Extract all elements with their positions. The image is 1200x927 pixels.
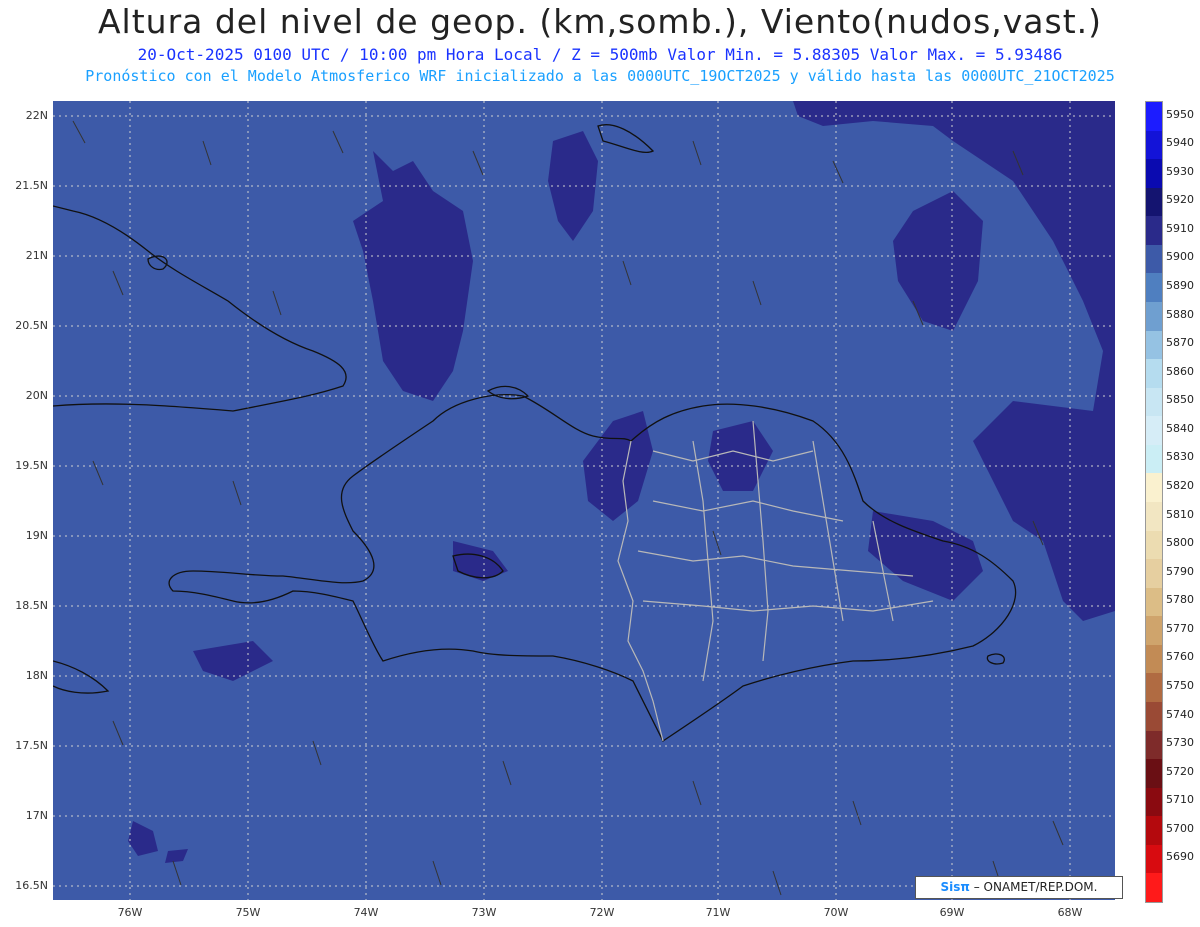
colorbar-segment — [1146, 616, 1162, 646]
colorbar-level-label: 5740 — [1166, 707, 1194, 721]
colorbar-level-label: 5820 — [1166, 479, 1194, 492]
lat-label: 20N — [25, 389, 48, 402]
lat-label: 19.5N — [15, 459, 48, 472]
colorbar-level-label: 5800 — [1166, 536, 1194, 550]
lat-label: 17.5N — [15, 739, 48, 752]
colorbar-level-label: 5940 — [1166, 136, 1194, 150]
colorbar-segment — [1146, 416, 1162, 446]
colorbar-segment — [1146, 502, 1162, 532]
colorbar-segment — [1146, 759, 1162, 789]
colorbar-level-label: 5760 — [1166, 650, 1194, 664]
lon-label: 69W — [939, 906, 965, 919]
colorbar-level-label: 5900 — [1166, 250, 1194, 264]
map-title: Altura del nivel de geop. (km,somb.), Vi… — [97, 2, 1103, 41]
colorbar-segment — [1146, 673, 1162, 703]
colorbar-segment — [1146, 644, 1162, 674]
lat-label: 21N — [25, 249, 48, 262]
colorbar-level-label: 5890 — [1166, 279, 1194, 292]
colorbar-segment — [1146, 359, 1162, 389]
map-subtitle-model: Pronóstico con el Modelo Atmosferico WRF… — [85, 67, 1115, 85]
credit-text: – ONAMET/REP.DOM. — [969, 880, 1098, 894]
colorbar-segment — [1146, 702, 1162, 732]
colorbar-level-label: 5860 — [1166, 364, 1194, 378]
colorbar-segment — [1146, 873, 1162, 903]
colorbar-level-label: 5840 — [1166, 421, 1194, 435]
colorbar-level-label: 5750 — [1166, 679, 1194, 692]
colorbar-level-label: 5880 — [1166, 307, 1194, 321]
colorbar-level-label: 5830 — [1166, 450, 1194, 464]
colorbar-level-label: 5810 — [1166, 507, 1194, 521]
lat-label: 20.5N — [15, 319, 48, 332]
lon-label: 68W — [1057, 906, 1083, 919]
colorbar-segment — [1146, 816, 1162, 846]
colorbar-level-label: 5790 — [1166, 564, 1194, 578]
lon-label: 75W — [235, 906, 261, 919]
colorbar-segment — [1146, 387, 1162, 417]
colorbar-segment — [1146, 244, 1162, 274]
colorbar-segment — [1146, 187, 1162, 217]
colorbar-level-label: 5770 — [1166, 621, 1194, 635]
colorbar-level-label: 5950 — [1166, 107, 1194, 121]
lon-label: 70W — [823, 906, 849, 919]
colorbar-level-label: 5700 — [1166, 821, 1194, 835]
colorbar-level-label: 5910 — [1166, 221, 1194, 235]
colorbar-segment — [1146, 787, 1162, 817]
colorbar-level-label: 5730 — [1166, 736, 1194, 750]
colorbar-level-label: 5710 — [1166, 793, 1194, 807]
colorbar-segment — [1146, 844, 1162, 874]
colorbar-level-label: 5720 — [1166, 764, 1194, 778]
colorbar-level-label: 5920 — [1166, 193, 1194, 207]
colorbar-segment — [1146, 559, 1162, 589]
colorbar-segment — [1146, 530, 1162, 560]
lon-label: 74W — [353, 906, 379, 919]
geopotential-map — [53, 101, 1115, 900]
colorbar-segment — [1146, 473, 1162, 503]
lat-label: 18.5N — [15, 599, 48, 612]
colorbar — [1145, 101, 1163, 903]
colorbar-segment — [1146, 102, 1162, 132]
credit-box: Sisπ – ONAMET/REP.DOM. — [915, 876, 1123, 899]
colorbar-segment — [1146, 302, 1162, 332]
sispi-logo: Sisπ — [940, 880, 970, 894]
lon-label: 76W — [117, 906, 143, 919]
map-subtitle-validtime: 20-Oct-2025 0100 UTC / 10:00 pm Hora Loc… — [137, 45, 1063, 64]
colorbar-segment — [1146, 216, 1162, 246]
colorbar-level-label: 5930 — [1166, 164, 1194, 178]
lat-label: 16.5N — [15, 879, 48, 892]
colorbar-segment — [1146, 130, 1162, 160]
lat-label: 18N — [25, 669, 48, 682]
lat-label: 17N — [25, 809, 48, 822]
colorbar-segment — [1146, 159, 1162, 189]
colorbar-level-label: 5850 — [1166, 393, 1194, 407]
lon-label: 71W — [705, 906, 731, 919]
colorbar-level-label: 5780 — [1166, 593, 1194, 607]
colorbar-level-label: 5870 — [1166, 336, 1194, 350]
lat-label: 21.5N — [15, 179, 48, 192]
colorbar-segment — [1146, 587, 1162, 617]
colorbar-segment — [1146, 330, 1162, 360]
colorbar-segment — [1146, 273, 1162, 303]
colorbar-level-label: 5690 — [1166, 850, 1194, 864]
lon-label: 72W — [589, 906, 615, 919]
lat-label: 22N — [25, 109, 48, 122]
lat-label: 19N — [25, 529, 48, 542]
lon-label: 73W — [471, 906, 497, 919]
colorbar-segment — [1146, 730, 1162, 760]
colorbar-segment — [1146, 444, 1162, 474]
